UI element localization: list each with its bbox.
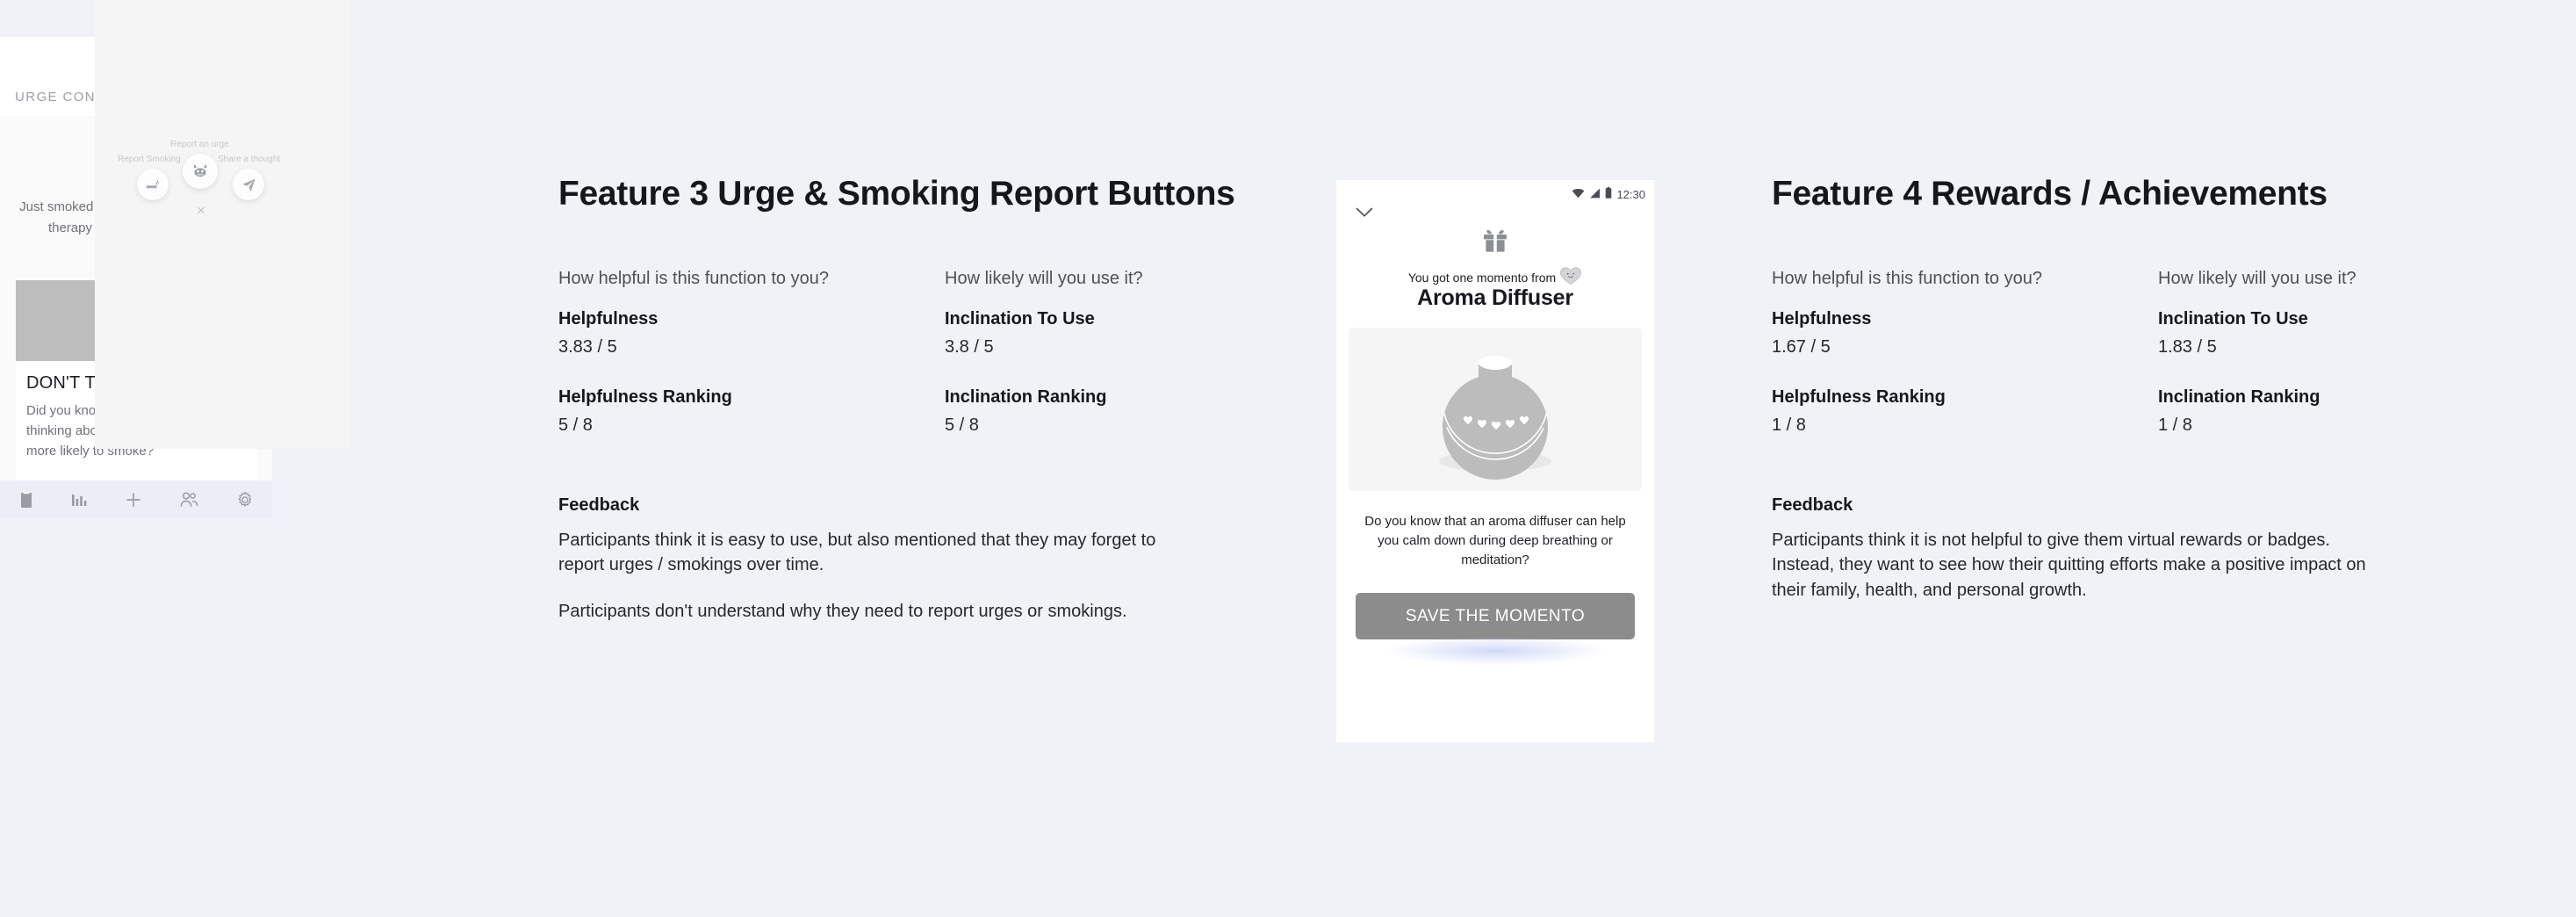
journal-icon[interactable] [18, 491, 34, 509]
inclination-column: How likely will you use it? Inclination … [945, 268, 1331, 436]
helpfulness-column: How helpful is this function to you? Hel… [1772, 268, 2158, 436]
helpfulness-value: 1.67 / 5 [1772, 336, 1831, 357]
report-smoking-label: Report Smoking [118, 155, 181, 164]
inclination-ranking-value: 5 / 8 [945, 415, 979, 435]
signal-icon [1589, 188, 1601, 201]
feature-3-feedback: Feedback Participants think it is easy t… [558, 495, 1173, 624]
report-smoking-button[interactable] [137, 169, 169, 200]
devil-face-icon [193, 164, 207, 177]
feedback-paragraph-1: Participants think it is easy to use, bu… [558, 530, 1156, 575]
award-image [1349, 328, 1642, 491]
feature-4-metrics: How helpful is this function to you? Hel… [1772, 268, 2544, 436]
inclination-ranking-label: Inclination Ranking [945, 386, 1107, 407]
wifi-icon [1572, 188, 1585, 201]
report-actions-overlay: Report Smoking Report an urge Share a th… [95, 0, 349, 449]
close-overlay-button[interactable]: × [193, 203, 209, 219]
feature-3-metrics: How helpful is this function to you? Hel… [558, 268, 1331, 436]
status-time: 12:30 [1616, 187, 1645, 201]
inclination-question: How likely will you use it? [2158, 268, 2357, 288]
feature-3-title: Feature 3 Urge & Smoking Report Buttons [558, 175, 1235, 213]
helpfulness-question: How helpful is this function to you? [1772, 268, 2042, 288]
inclination-ranking-value: 1 / 8 [2158, 415, 2192, 435]
inclination-ranking-label: Inclination Ranking [2158, 386, 2321, 407]
feature-3-panel: Feature 3 Urge & Smoking Report Buttons … [558, 175, 1331, 624]
settings-icon[interactable] [236, 491, 254, 509]
bottom-tab-bar[interactable] [0, 480, 272, 518]
feedback-heading: Feedback [1772, 495, 1853, 515]
feature-3-mockup: URGE CONTROL Just smoked and feel guilty… [0, 0, 351, 518]
helpfulness-label: Helpfulness [1772, 308, 1872, 329]
feature-4-mockup: 12:30 You got one momento from Aroma Dif… [1336, 180, 1654, 742]
report-urge-label: Report an urge [170, 140, 229, 149]
chevron-down-icon[interactable] [1356, 206, 1373, 222]
feature-4-panel: Feature 4 Rewards / Achievements How hel… [1772, 175, 2544, 603]
helpfulness-column: How helpful is this function to you? Hel… [558, 268, 945, 436]
feedback-paragraph-2: Participants don't understand why they n… [558, 601, 1127, 621]
inclination-column: How likely will you use it? Inclination … [2158, 268, 2544, 436]
inclination-question: How likely will you use it? [945, 268, 1143, 288]
send-icon [241, 178, 255, 191]
award-name: Aroma Diffuser [1417, 285, 1573, 310]
save-momento-button[interactable]: SAVE THE MOMENTO [1356, 593, 1635, 639]
inclination-value: 1.83 / 5 [2158, 336, 2217, 357]
helpfulness-question: How helpful is this function to you? [558, 268, 829, 288]
add-icon[interactable] [125, 491, 142, 509]
inclination-value: 3.8 / 5 [945, 336, 994, 357]
helpfulness-value: 3.83 / 5 [558, 336, 617, 357]
award-tip-text: Do you know that an aroma diffuser can h… [1364, 514, 1626, 568]
inclination-label: Inclination To Use [945, 308, 1095, 329]
battery-icon [1605, 187, 1612, 201]
share-thought-button[interactable] [233, 169, 264, 200]
helpfulness-ranking-label: Helpfulness Ranking [558, 386, 732, 407]
feature-4-feedback: Feedback Participants think it is not he… [1772, 495, 2386, 603]
feedback-paragraph-1: Participants think it is not helpful to … [1772, 530, 2366, 600]
momento-text: You got one momento from [1407, 270, 1557, 285]
helpfulness-ranking-label: Helpfulness Ranking [1772, 386, 1946, 407]
cigarette-icon [146, 180, 160, 189]
gift-icon [1336, 228, 1654, 257]
helpfulness-ranking-value: 1 / 8 [1772, 415, 1806, 435]
share-thought-label: Share a thought [218, 155, 281, 164]
helpfulness-ranking-value: 5 / 8 [558, 415, 593, 435]
status-bar: 12:30 [1572, 187, 1645, 201]
button-glow [1389, 637, 1603, 665]
helpfulness-label: Helpfulness [558, 308, 658, 329]
report-urge-button[interactable] [183, 154, 218, 189]
community-icon[interactable] [179, 491, 200, 509]
feedback-heading: Feedback [558, 495, 640, 515]
stats-icon[interactable] [70, 491, 88, 509]
feature-4-title: Feature 4 Rewards / Achievements [1772, 175, 2328, 213]
inclination-label: Inclination To Use [2158, 308, 2308, 329]
